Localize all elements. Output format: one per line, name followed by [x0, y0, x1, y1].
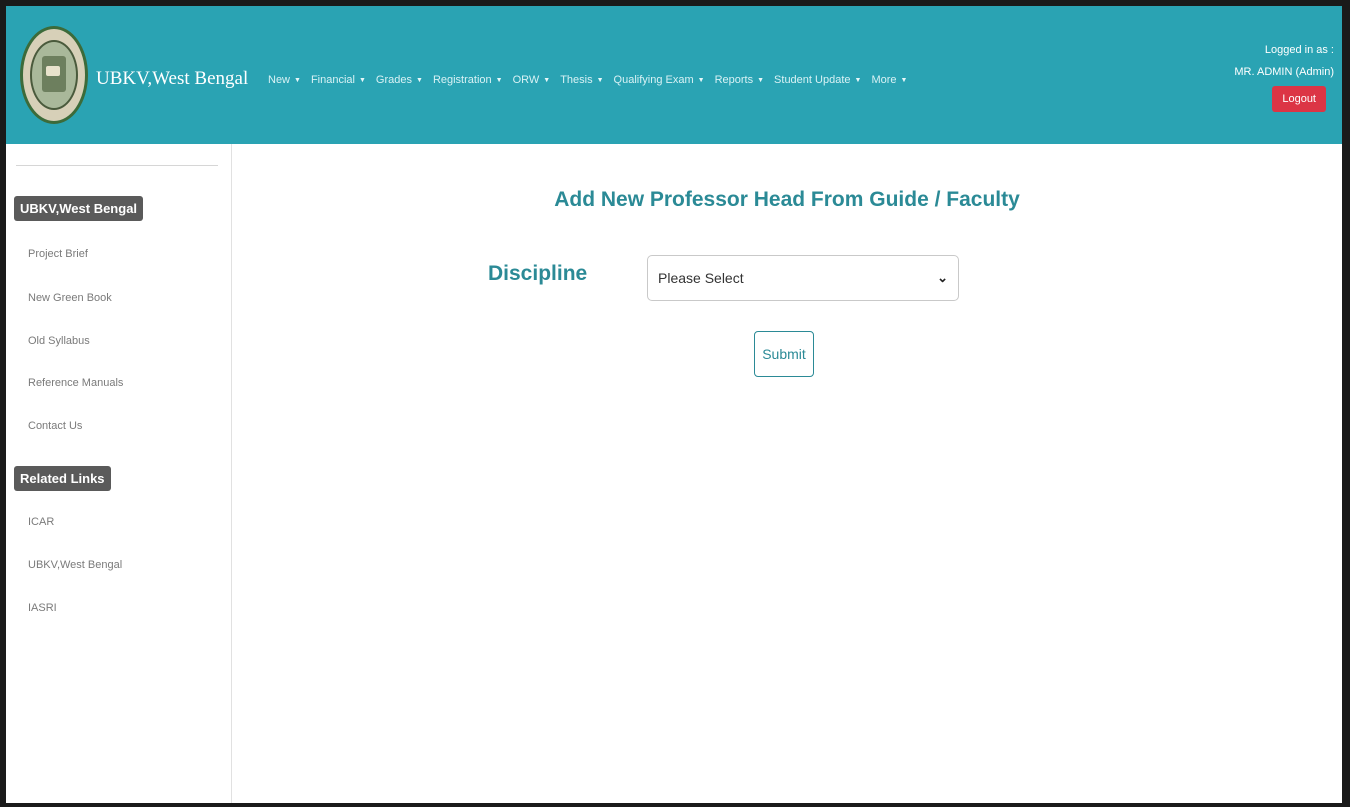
sidebar-link-iasri[interactable]: IASRI	[28, 602, 57, 614]
nav-financial[interactable]: Financial ▼	[311, 74, 366, 86]
main-nav: New ▼ Financial ▼ Grades ▼ Registration ▼ OR…	[268, 74, 917, 86]
sidebar-link-new-green-book[interactable]: New Green Book	[28, 292, 112, 304]
discipline-select-value: Please Select	[658, 270, 744, 286]
sidebar-link-icar[interactable]: ICAR	[28, 516, 54, 528]
nav-student-update[interactable]: Student Update ▼	[774, 74, 861, 86]
nav-reports[interactable]: Reports ▼	[715, 74, 764, 86]
sidebar: UBKV,West Bengal Project Brief New Green…	[6, 144, 232, 803]
nav-more[interactable]: More ▼	[871, 74, 907, 86]
app-window: UBKV,West Bengal New ▼ Financial ▼ Grades ▼…	[6, 6, 1342, 803]
sidebar-divider	[16, 165, 218, 166]
user-info: Logged in as : MR. ADMIN (Admin) Logout	[1234, 44, 1334, 112]
caret-down-icon: ▼	[543, 76, 551, 84]
caret-down-icon: ▼	[358, 76, 366, 84]
nav-orw[interactable]: ORW ▼	[513, 74, 551, 86]
top-header: UBKV,West Bengal New ▼ Financial ▼ Grades ▼…	[6, 6, 1342, 144]
submit-button[interactable]: Submit	[754, 331, 814, 377]
page-title: Add New Professor Head From Guide / Facu…	[554, 188, 1020, 211]
sidebar-link-contact-us[interactable]: Contact Us	[28, 420, 82, 432]
caret-down-icon: ▼	[854, 76, 862, 84]
caret-down-icon: ▼	[697, 76, 705, 84]
sidebar-link-ubkv[interactable]: UBKV,West Bengal	[28, 559, 122, 571]
sidebar-link-project-brief[interactable]: Project Brief	[28, 248, 88, 260]
nav-new[interactable]: New ▼	[268, 74, 301, 86]
caret-down-icon: ▼	[596, 76, 604, 84]
caret-down-icon: ▼	[900, 76, 908, 84]
caret-down-icon: ▼	[495, 76, 503, 84]
nav-thesis[interactable]: Thesis ▼	[560, 74, 603, 86]
discipline-select[interactable]: Please Select ⌄	[647, 255, 959, 301]
sidebar-link-old-syllabus[interactable]: Old Syllabus	[28, 335, 90, 347]
main-content: Add New Professor Head From Guide / Facu…	[232, 144, 1342, 803]
university-logo[interactable]	[20, 26, 88, 124]
caret-down-icon: ▼	[416, 76, 423, 84]
chevron-down-icon: ⌄	[937, 270, 948, 285]
sidebar-heading-related-links: Related Links	[14, 466, 111, 491]
nav-registration[interactable]: Registration ▼	[433, 74, 503, 86]
user-name: MR. ADMIN (Admin)	[1234, 66, 1334, 78]
brand-name[interactable]: UBKV,West Bengal	[96, 68, 248, 90]
logout-button[interactable]: Logout	[1272, 86, 1326, 112]
nav-qualifying-exam[interactable]: Qualifying Exam ▼	[614, 74, 705, 86]
discipline-label: Discipline	[488, 262, 588, 285]
nav-grades[interactable]: Grades ▼	[376, 74, 423, 86]
logged-in-label: Logged in as :	[1264, 44, 1334, 56]
sidebar-link-reference-manuals[interactable]: Reference Manuals	[28, 377, 123, 389]
sidebar-heading-ubkv: UBKV,West Bengal	[14, 196, 144, 221]
caret-down-icon: ▼	[294, 76, 301, 84]
caret-down-icon: ▼	[757, 76, 765, 84]
